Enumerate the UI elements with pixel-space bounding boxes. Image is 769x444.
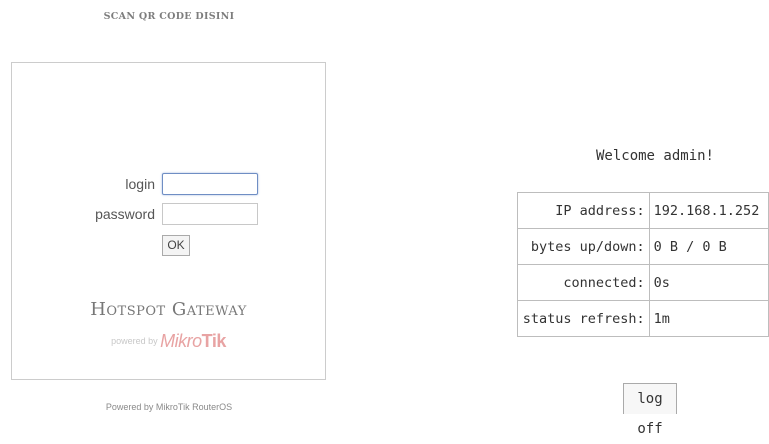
status-refresh-label: status refresh:: [517, 300, 650, 337]
log-off-button[interactable]: log off: [623, 383, 677, 437]
mikrotik-logo: MikroTik: [160, 331, 226, 351]
footer-text: Powered by MikroTik RouterOS: [105, 402, 233, 412]
status-table: IP address: 192.168.1.252 bytes up/down:…: [517, 192, 769, 337]
powered-by-text: powered by: [111, 336, 158, 346]
password-input[interactable]: [162, 203, 258, 225]
login-row: login: [12, 173, 325, 197]
login-box: login password OK Hotspot Gateway powere…: [11, 62, 326, 380]
ip-address-label: IP address:: [517, 192, 650, 229]
table-row: IP address: 192.168.1.252: [517, 192, 769, 229]
bytes-label: bytes up/down:: [517, 228, 650, 265]
password-label: password: [95, 206, 155, 222]
connected-value: 0s: [648, 264, 769, 301]
status-refresh-value: 1m: [648, 300, 769, 337]
login-input[interactable]: [162, 173, 258, 195]
ok-button[interactable]: OK: [162, 235, 190, 256]
gateway-title: Hotspot Gateway: [90, 299, 247, 320]
powered-by-row: powered by MikroTik: [12, 331, 325, 352]
password-row: password: [12, 203, 325, 227]
table-row: bytes up/down: 0 B / 0 B: [517, 228, 769, 265]
qr-heading: SCAN QR CODE DISINI: [103, 11, 235, 22]
table-row: connected: 0s: [517, 264, 769, 301]
connected-label: connected:: [517, 264, 650, 301]
table-row: status refresh: 1m: [517, 300, 769, 337]
welcome-text: Welcome admin!: [595, 148, 714, 164]
bytes-value: 0 B / 0 B: [648, 228, 769, 265]
login-label: login: [125, 176, 155, 192]
ip-address-value: 192.168.1.252: [648, 192, 769, 229]
